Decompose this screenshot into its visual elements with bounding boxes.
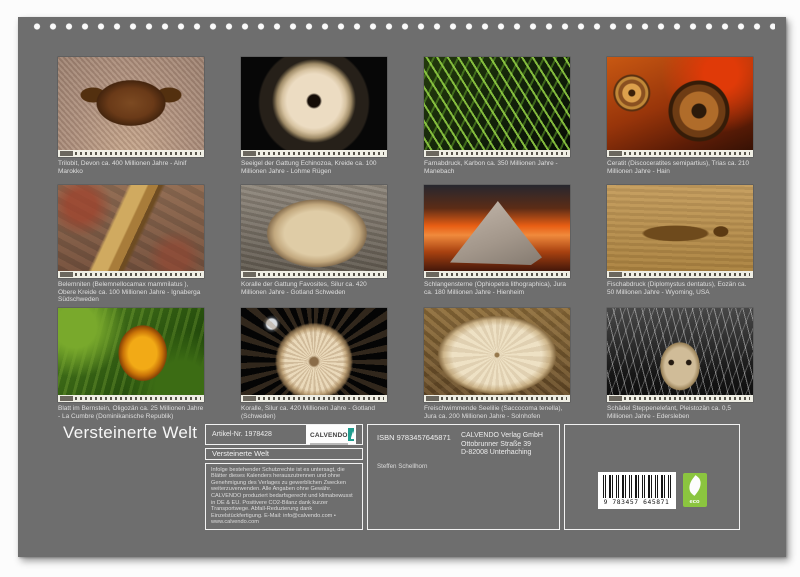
scale-strip [424,271,570,278]
photo-caption: Trilobit, Devon ca. 400 Millionen Jahre … [58,160,204,175]
scale-strip [58,271,204,278]
photo-caption: Koralle, Silur ca. 420 Millionen Jahre -… [241,405,387,420]
fischabdruck-photo [607,185,753,278]
bernstein-photo [58,308,204,402]
barcode-wrap: 9 783457 645871 eco [598,472,707,509]
scale-strip [241,150,387,157]
publisher-name: CALVENDO Verlag GmbH [461,432,543,441]
calvendo-logo-text: CALVENDO [310,432,348,439]
barcode-bars [603,475,671,498]
page-title: Versteinerte Welt [63,423,197,443]
koralle-favosites-photo [241,185,387,278]
seelilie-photo [424,308,570,402]
author-name: Steffen Schellhorn [377,463,427,470]
belemniten-photo [58,185,204,278]
scale-strip [607,150,753,157]
photo-caption: Fischabdruck (Diplomystus dentatus), Eoz… [607,281,753,296]
fossil-tile: Koralle der Gattung Favosites, Silur ca.… [241,185,387,296]
scale-strip [607,271,753,278]
calvendo-logo-tagline [310,443,348,445]
photo-caption: Schädel Steppenelefant, Pleistozän ca. 0… [607,405,753,420]
photo-caption: Belemniten (Belemnellocamax mammilatus )… [58,281,204,304]
fossil-tile: Koralle, Silur ca. 420 Millionen Jahre -… [241,308,387,420]
eco-label: eco [683,499,707,505]
photo-caption: Blatt im Bernstein, Oligozän ca. 25 Mill… [58,405,204,420]
farnabdruck-photo [424,57,570,157]
fossil-tile: Blatt im Bernstein, Oligozän ca. 25 Mill… [58,308,204,420]
photo-caption: Farnabdruck, Karbon ca. 350 Millionen Ja… [424,160,570,175]
calendar-back-sheet: Trilobit, Devon ca. 400 Millionen Jahre … [18,17,786,557]
fossil-tile: Seeigel der Gattung Echinozoa, Kreide ca… [241,57,387,175]
artikel-number: Artikel-Nr. 1978428 [212,431,272,438]
photo-caption: Koralle der Gattung Favosites, Silur ca.… [241,281,387,296]
scale-strip [424,150,570,157]
fossil-tile: Schlangensterne (Ophiopetra lithographic… [424,185,570,296]
trilobit-photo [58,57,204,157]
scale-strip [58,150,204,157]
artikel-box: Artikel-Nr. 1978428 CALVENDO [205,424,363,445]
calvendo-logo-icon [348,428,354,441]
fossil-tile: Farnabdruck, Karbon ca. 350 Millionen Ja… [424,57,570,175]
calvendo-logo: CALVENDO [306,425,356,444]
fossil-tile: Trilobit, Devon ca. 400 Millionen Jahre … [58,57,204,175]
barcode-digits: 9 783457 645871 [603,499,671,506]
scale-strip [241,395,387,402]
fossil-tile: Schädel Steppenelefant, Pleistozän ca. 0… [607,308,753,420]
binding-holes [29,22,775,31]
photo-caption: Seeigel der Gattung Echinozoa, Kreide ca… [241,160,387,175]
ean-barcode: 9 783457 645871 [598,472,676,509]
eco-leaf-icon: eco [683,473,707,507]
publisher-city: D-82008 Unterhaching [461,449,543,458]
photo-caption: Freischwimmende Seelilie (Saccocoma tene… [424,405,570,420]
fossil-tile: Freischwimmende Seelilie (Saccocoma tene… [424,308,570,420]
barcode-box: 9 783457 645871 eco [564,424,740,530]
schlangensterne-photo [424,185,570,278]
scale-strip [241,271,387,278]
publisher-box: ISBN 9783457645871 CALVENDO Verlag GmbH … [367,424,560,530]
publisher-street: Ottobrunner Straße 39 [461,441,543,450]
scale-strip [58,395,204,402]
ceratit-photo [607,57,753,157]
stone-plate-shape [450,201,542,265]
koralle-silur-photo [241,308,387,402]
legal-text-box: Infolge bestehender Schutzrechte ist es … [205,463,363,530]
photo-caption: Schlangensterne (Ophiopetra lithographic… [424,281,570,296]
fossil-tile: Ceratit (Discoceratites semipartius), Tr… [607,57,753,175]
publisher-address: CALVENDO Verlag GmbH Ottobrunner Straße … [461,432,543,458]
scale-strip [607,395,753,402]
title-box: Versteinerte Welt [205,448,363,460]
scale-strip [424,395,570,402]
seeigel-photo [241,57,387,157]
fossil-tile: Fischabdruck (Diplomystus dentatus), Eoz… [607,185,753,296]
product-info-column: Artikel-Nr. 1978428 CALVENDO Versteinert… [205,424,363,530]
isbn-text: ISBN 9783457645871 [377,433,451,442]
fossil-tile: Belemniten (Belemnellocamax mammilatus )… [58,185,204,304]
steppenelefant-photo [607,308,753,402]
photo-caption: Ceratit (Discoceratites semipartius), Tr… [607,160,753,175]
